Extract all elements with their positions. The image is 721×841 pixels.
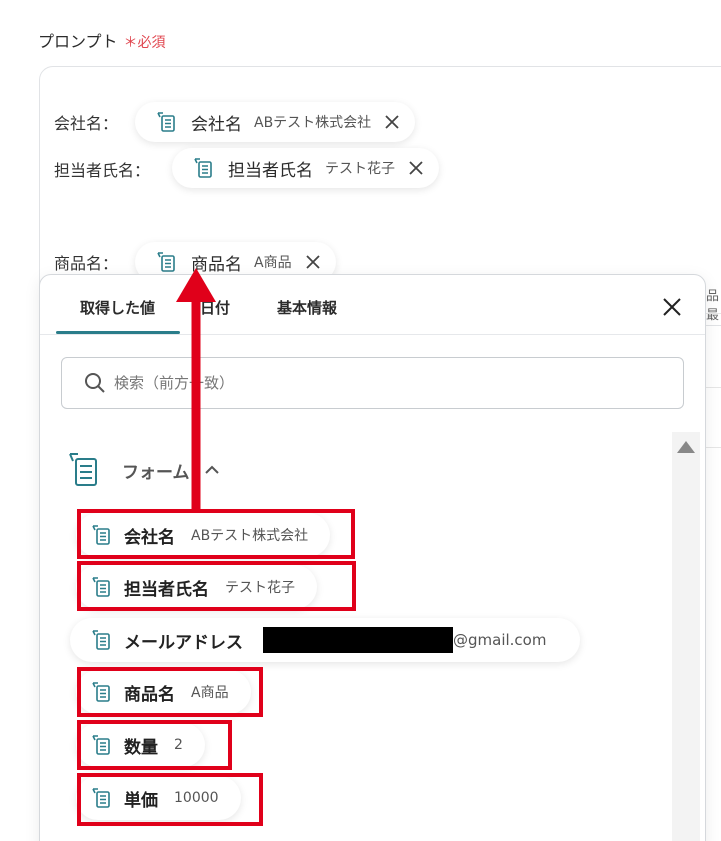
background-panel-edge: 品最 xyxy=(706,275,721,841)
tab-bar: 取得した値 日付 基本情報 xyxy=(40,275,705,335)
search-input[interactable] xyxy=(114,374,654,392)
background-text: 品最 xyxy=(706,289,720,323)
form-group-icon xyxy=(66,450,102,490)
divider xyxy=(706,387,721,388)
field-label-company: 会社名： xyxy=(54,114,119,133)
scroll-up-icon[interactable] xyxy=(676,438,696,456)
chip-value: A商品 xyxy=(254,255,292,271)
prompt-label-text: プロンプト xyxy=(38,32,118,51)
active-tab-indicator xyxy=(56,331,180,334)
form-value-icon xyxy=(192,156,216,180)
chip-name: 会社名 xyxy=(191,114,242,135)
remove-chip-icon[interactable] xyxy=(304,253,322,271)
form-value-icon xyxy=(155,250,179,274)
prompt-label: プロンプト ＊必須 xyxy=(38,28,166,52)
redaction-block xyxy=(263,627,453,653)
field-label-product: 商品名： xyxy=(54,254,119,273)
prompt-chip-company[interactable]: 会社名 ABテスト株式会社 xyxy=(135,102,416,142)
search-icon xyxy=(84,372,106,394)
remove-chip-icon[interactable] xyxy=(407,159,425,177)
tab-basic-info[interactable]: 基本情報 xyxy=(277,297,337,318)
tab-date[interactable]: 日付 xyxy=(200,297,230,318)
highlight-box xyxy=(77,509,355,559)
item-value: @gmail.com xyxy=(453,631,547,649)
field-label-contact: 担当者氏名： xyxy=(54,161,151,180)
prompt-chip-contact[interactable]: 担当者氏名 テスト花子 xyxy=(172,148,439,188)
divider xyxy=(706,447,721,448)
scrollbar[interactable] xyxy=(672,432,700,841)
chip-name: 商品名 xyxy=(191,254,242,275)
search-field[interactable] xyxy=(61,357,684,409)
form-value-icon xyxy=(155,110,179,134)
form-value-icon xyxy=(90,628,114,652)
chevron-up-icon xyxy=(204,462,220,478)
highlight-box xyxy=(77,720,232,770)
close-icon[interactable] xyxy=(660,295,684,319)
value-item-email[interactable]: メールアドレス @gmail.com xyxy=(70,618,581,662)
tab-retrieved-values[interactable]: 取得した値 xyxy=(80,297,155,318)
item-name: メールアドレス xyxy=(124,632,243,653)
chip-value: ABテスト株式会社 xyxy=(254,115,372,131)
highlight-box xyxy=(77,667,263,717)
chip-value: テスト花子 xyxy=(325,161,395,177)
chip-name: 担当者氏名 xyxy=(228,160,313,181)
required-mark: ＊必須 xyxy=(123,35,166,51)
highlight-box xyxy=(77,773,263,826)
group-form-header[interactable]: フォーム xyxy=(66,450,220,490)
highlight-box xyxy=(77,561,356,611)
remove-chip-icon[interactable] xyxy=(383,113,401,131)
group-title: フォーム xyxy=(122,462,190,483)
divider xyxy=(706,313,721,314)
